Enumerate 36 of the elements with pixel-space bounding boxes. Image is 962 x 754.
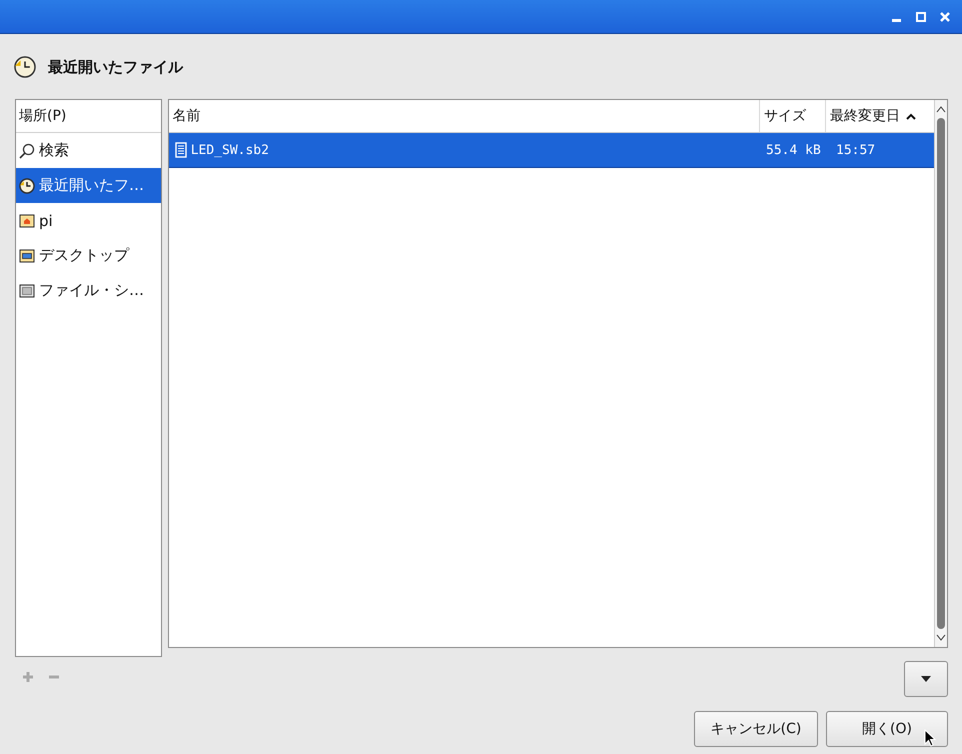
place-label: デスクトップ (39, 246, 129, 265)
column-header[interactable]: サイズ (759, 100, 825, 132)
document-icon (174, 142, 187, 158)
search-icon (19, 142, 35, 158)
places-header: 場所(P) (16, 100, 161, 133)
scrollbar[interactable] (934, 100, 947, 647)
close-icon[interactable] (940, 12, 950, 22)
place-label: 最近開いたフ… (39, 176, 144, 195)
clock-icon (14, 56, 36, 78)
location-title: 最近開いたファイル (48, 58, 183, 76)
dropdown-button[interactable] (904, 661, 948, 697)
column-label: サイズ (764, 107, 806, 125)
place-item[interactable]: pi (16, 203, 161, 238)
place-label: 検索 (39, 141, 69, 160)
place-item[interactable]: 最近開いたフ… (16, 168, 161, 203)
column-label: 名前 (172, 107, 201, 125)
home-folder-icon (19, 212, 35, 228)
file-name: LED_SW.sb2 (190, 142, 269, 158)
folder-icon (19, 248, 35, 264)
file-modified: 15:57 (835, 142, 876, 158)
clock-icon (19, 178, 35, 194)
mouse-cursor-icon (924, 729, 936, 747)
file-row[interactable]: LED_SW.sb2 55.4 kB 15:57 (168, 133, 934, 168)
caret-icon (921, 676, 931, 682)
column-header[interactable]: 名前 (168, 100, 759, 132)
place-item[interactable]: デスクトップ (16, 238, 161, 273)
place-item[interactable]: ファイル・シ… (16, 273, 161, 308)
column-label: 最終変更日 (830, 107, 900, 125)
place-label: ファイル・シ… (39, 281, 144, 300)
drive-icon (19, 282, 35, 298)
maximize-icon[interactable] (916, 12, 926, 22)
cancel-button[interactable]: キャンセル(C) (694, 711, 818, 747)
place-label: pi (39, 212, 53, 230)
file-size: 55.4 kB (766, 142, 822, 158)
open-button[interactable]: 開く(O) (826, 711, 948, 747)
place-item[interactable]: 検索 (16, 133, 161, 168)
